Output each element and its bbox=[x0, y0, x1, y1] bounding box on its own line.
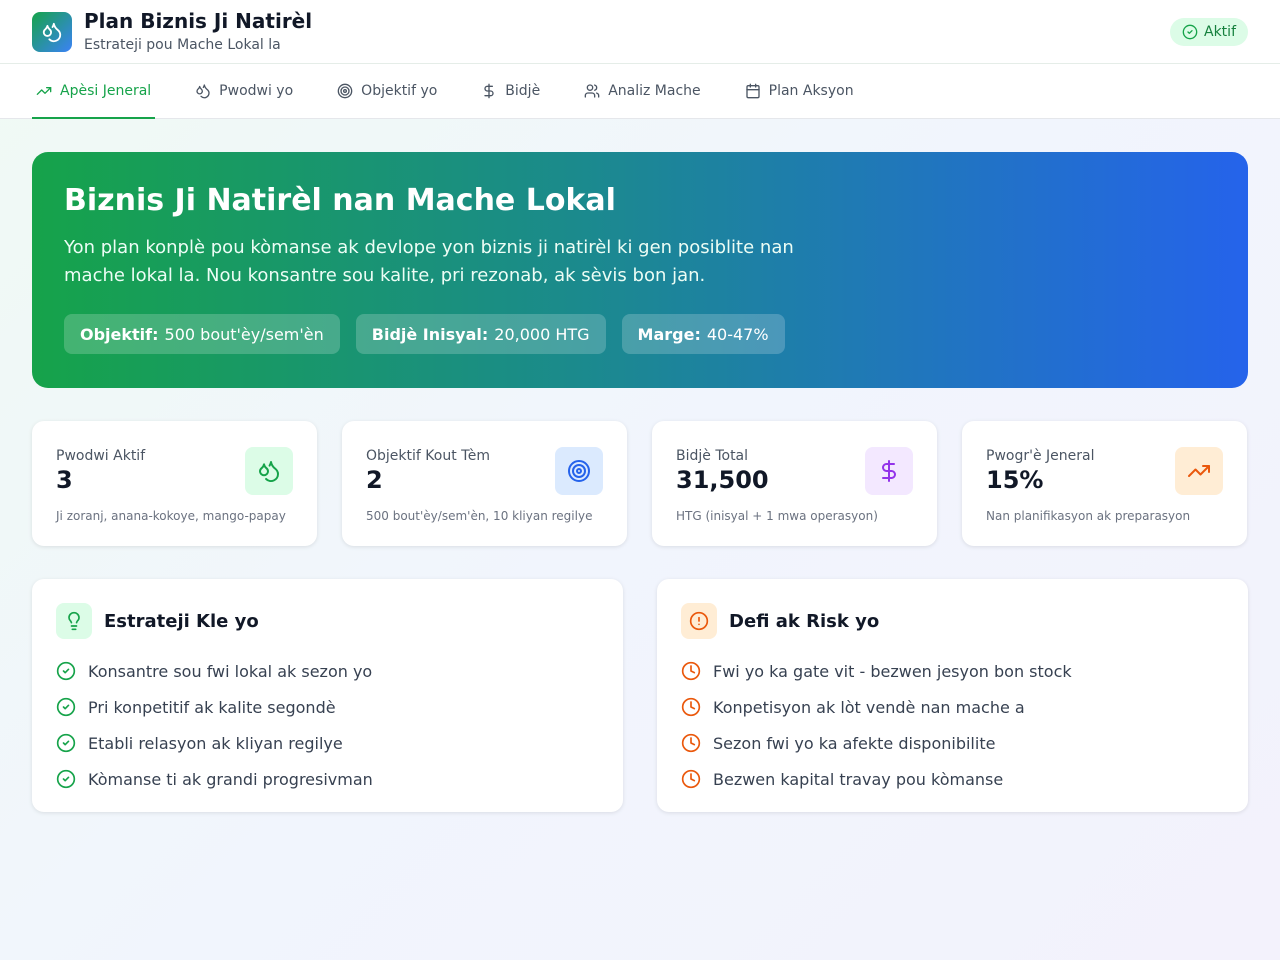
list-item-text: Pri konpetitif ak kalite segondè bbox=[88, 697, 336, 717]
trending-up-icon bbox=[1188, 465, 1210, 477]
status-badge-label: Aktif bbox=[1204, 24, 1236, 40]
list-item: Sezon fwi yo ka afekte disponibilite bbox=[681, 725, 1224, 761]
tab-overview[interactable]: Apèsi Jeneral bbox=[32, 64, 156, 119]
stat-note: 500 bout'èy/sem'èn, 10 kliyan regilye bbox=[366, 509, 593, 523]
stat-note: Ji zoranj, anana-kokoye, mango-papay bbox=[56, 509, 286, 523]
alert-circle-icon bbox=[689, 611, 709, 631]
app-logo bbox=[32, 11, 72, 52]
app-subtitle: Estrateji pou Mache Lokal la bbox=[84, 36, 281, 53]
list-item: Fwi yo ka gate vit - bezwen jesyon bon s… bbox=[681, 653, 1224, 689]
stats-row: Pwodwi Aktif 3 Ji zoranj, anana-kokoye, … bbox=[32, 421, 1247, 546]
stat-icon-box bbox=[555, 447, 603, 495]
droplets-icon bbox=[42, 22, 62, 42]
tab-market-analysis[interactable]: Analiz Mache bbox=[580, 64, 704, 119]
pill-label: Marge: bbox=[637, 324, 701, 344]
clock-icon bbox=[681, 769, 701, 789]
users-icon bbox=[584, 83, 600, 98]
calendar-icon bbox=[745, 83, 760, 98]
app-header: Plan Biznis Ji Natirèl Estrateji pou Mac… bbox=[0, 0, 1280, 64]
stat-note: HTG (inisyal + 1 mwa operasyon) bbox=[676, 509, 878, 523]
tab-action-plan[interactable]: Plan Aksyon bbox=[741, 64, 858, 119]
list-item: Bezwen kapital travay pou kòmanse bbox=[681, 761, 1224, 797]
panel-title: Defi ak Risk yo bbox=[729, 610, 880, 632]
droplets-icon bbox=[196, 83, 210, 98]
strategies-panel: Estrateji Kle yo Konsantre sou fwi lokal… bbox=[32, 579, 623, 812]
check-circle-icon bbox=[56, 769, 76, 789]
check-circle-icon bbox=[56, 733, 76, 753]
clock-icon bbox=[681, 733, 701, 753]
list-item-text: Konpetisyon ak lòt vendè nan mache a bbox=[713, 697, 1025, 717]
lightbulb-icon bbox=[68, 611, 80, 631]
hero-pill-budget: Bidjè Inisyal: 20,000 HTG bbox=[355, 314, 606, 354]
tab-bar: Apèsi Jeneral Pwodwi yo Objektif yo Bidj… bbox=[0, 64, 1280, 119]
list-item-text: Bezwen kapital travay pou kòmanse bbox=[713, 769, 1004, 789]
panel-title: Estrateji Kle yo bbox=[104, 610, 259, 632]
panel-icon-box bbox=[56, 603, 92, 639]
tab-budget[interactable]: Bidjè bbox=[477, 64, 544, 119]
list-item-text: Etabli relasyon ak kliyan regilye bbox=[88, 733, 343, 753]
target-icon bbox=[337, 83, 353, 98]
panel-icon-box bbox=[681, 603, 717, 639]
hero-description: Yon plan konplè pou kòmanse ak devlope y… bbox=[64, 237, 794, 286]
tab-label: Bidjè bbox=[505, 82, 541, 99]
pill-label: Objektif: bbox=[80, 324, 159, 344]
stat-icon-box bbox=[865, 447, 913, 495]
list-item-text: Konsantre sou fwi lokal ak sezon yo bbox=[88, 661, 373, 681]
status-badge: Aktif bbox=[1170, 18, 1248, 46]
tab-objectives[interactable]: Objektif yo bbox=[333, 64, 441, 119]
hero-pill-margin: Marge: 40-47% bbox=[621, 314, 785, 354]
stat-card-progress: Pwogr'è Jeneral 15% Nan planifikasyon ak… bbox=[962, 421, 1247, 546]
stat-icon-box bbox=[1175, 447, 1223, 495]
target-icon bbox=[568, 460, 590, 482]
list-item-text: Kòmanse ti ak grandi progresivman bbox=[88, 769, 373, 789]
tab-label: Objektif yo bbox=[361, 82, 438, 99]
dollar-icon bbox=[484, 83, 494, 98]
pill-value: 500 bout'èy/sem'èn bbox=[164, 324, 324, 344]
app-title: Plan Biznis Ji Natirèl bbox=[84, 8, 313, 33]
tab-label: Analiz Mache bbox=[608, 82, 701, 99]
droplets-icon bbox=[259, 461, 280, 482]
check-circle-icon bbox=[1182, 24, 1198, 40]
tab-products[interactable]: Pwodwi yo bbox=[191, 64, 297, 119]
list-item: Konsantre sou fwi lokal ak sezon yo bbox=[56, 653, 599, 689]
pill-value: 40-47% bbox=[706, 324, 769, 344]
pill-value: 20,000 HTG bbox=[494, 324, 590, 344]
list-item-text: Sezon fwi yo ka afekte disponibilite bbox=[713, 733, 996, 753]
stat-icon-box bbox=[245, 447, 293, 495]
trending-up-icon bbox=[36, 86, 52, 95]
list-item: Etabli relasyon ak kliyan regilye bbox=[56, 725, 599, 761]
tab-label: Pwodwi yo bbox=[219, 82, 294, 99]
stat-card-objectives: Objektif Kout Tèm 2 500 bout'èy/sem'èn, … bbox=[342, 421, 627, 546]
list-item: Kòmanse ti ak grandi progresivman bbox=[56, 761, 599, 797]
hero-banner: Biznis Ji Natirèl nan Mache Lokal Yon pl… bbox=[32, 152, 1248, 388]
hero-pill-objective: Objektif: 500 bout'èy/sem'èn bbox=[64, 314, 340, 354]
dollar-icon bbox=[882, 460, 896, 482]
pill-label: Bidjè Inisyal: bbox=[371, 324, 489, 344]
check-circle-icon bbox=[56, 697, 76, 717]
stat-note: Nan planifikasyon ak preparasyon bbox=[986, 509, 1191, 523]
list-item-text: Fwi yo ka gate vit - bezwen jesyon bon s… bbox=[713, 661, 1072, 681]
tab-label: Plan Aksyon bbox=[768, 82, 854, 99]
clock-icon bbox=[681, 661, 701, 681]
tab-label: Apèsi Jeneral bbox=[60, 82, 152, 99]
check-circle-icon bbox=[56, 661, 76, 681]
list-item: Konpetisyon ak lòt vendè nan mache a bbox=[681, 689, 1224, 725]
stat-card-budget: Bidjè Total 31,500 HTG (inisyal + 1 mwa … bbox=[652, 421, 937, 546]
stat-card-products: Pwodwi Aktif 3 Ji zoranj, anana-kokoye, … bbox=[32, 421, 317, 546]
clock-icon bbox=[681, 697, 701, 717]
risks-list: Fwi yo ka gate vit - bezwen jesyon bon s… bbox=[681, 653, 1224, 797]
list-item: Pri konpetitif ak kalite segondè bbox=[56, 689, 599, 725]
hero-title: Biznis Ji Natirèl nan Mache Lokal bbox=[64, 183, 616, 218]
strategies-list: Konsantre sou fwi lokal ak sezon yo Pri … bbox=[56, 653, 599, 797]
risks-panel: Defi ak Risk yo Fwi yo ka gate vit - bez… bbox=[657, 579, 1248, 812]
